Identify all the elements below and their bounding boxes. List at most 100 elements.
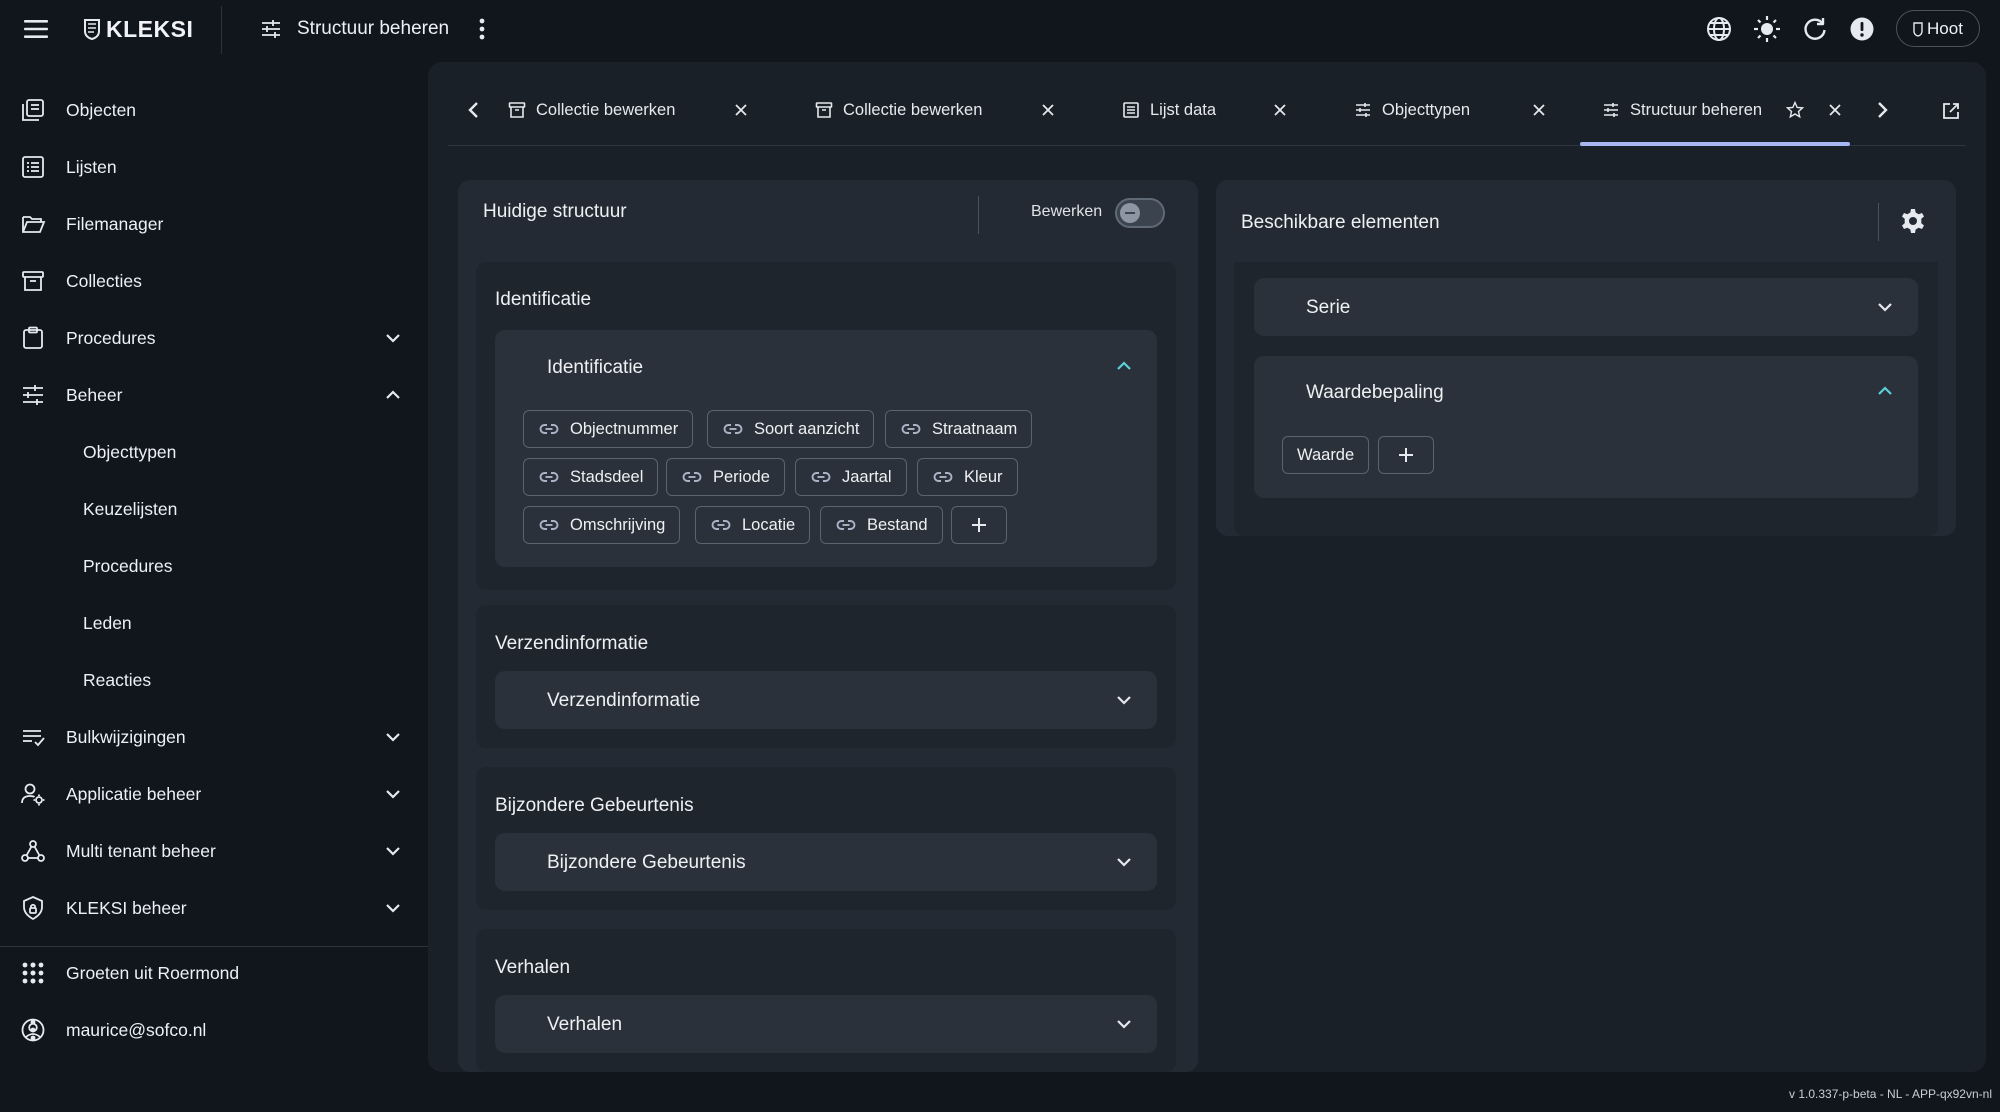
chevron-down-icon[interactable]	[1113, 1013, 1135, 1035]
tab-collectie-bewerken-2[interactable]: Collectie bewerken	[815, 76, 1065, 144]
hamburger-menu-icon[interactable]	[22, 16, 50, 42]
sidebar-item-filemanager[interactable]: Filemanager	[0, 201, 420, 247]
globe-icon[interactable]	[1704, 14, 1734, 44]
field-chip-waarde[interactable]: Waarde	[1282, 436, 1370, 474]
sidebar-item-applicatie-beheer[interactable]: Applicatie beheer	[0, 771, 420, 817]
chevron-down-icon[interactable]	[1113, 689, 1135, 711]
close-icon[interactable]	[1271, 101, 1289, 119]
tab-lijst-data[interactable]: Lijst data	[1122, 76, 1292, 144]
topbar-divider	[221, 6, 222, 54]
logo-text: KLEKSI	[106, 15, 194, 42]
field-chip-omschrijving[interactable]: Omschrijving	[523, 506, 681, 544]
group-title[interactable]: Waardebepaling	[1306, 382, 1444, 404]
more-vertical-icon[interactable]	[470, 16, 494, 42]
star-outline-icon[interactable]	[1786, 101, 1804, 119]
sidebar-item-reacties[interactable]: Reacties	[0, 657, 420, 703]
open-external-icon[interactable]	[1940, 100, 1962, 122]
group-serie[interactable]: Serie	[1254, 278, 1918, 336]
edit-toggle-switch[interactable]	[1115, 198, 1165, 228]
tab-structuur-beheren[interactable]: Structuur beheren	[1580, 76, 1850, 146]
accordion-verzendinformatie[interactable]: Verzendinformatie	[495, 671, 1157, 729]
brightness-icon[interactable]	[1752, 14, 1782, 44]
tab-collectie-bewerken-1[interactable]: Collectie bewerken	[508, 76, 758, 144]
field-chip-kleur[interactable]: Kleur	[917, 458, 1018, 496]
accordion-bijzondere-gebeurtenis[interactable]: Bijzondere Gebeurtenis	[495, 833, 1157, 891]
add-field-button[interactable]	[951, 506, 1007, 544]
chip-label: Locatie	[742, 515, 796, 534]
accordion-title[interactable]: Identificatie	[547, 357, 643, 379]
chevron-up-icon[interactable]	[1113, 355, 1135, 377]
chevron-up-icon[interactable]	[382, 384, 404, 406]
edit-toggle-label: Bewerken	[1031, 203, 1103, 220]
chevron-down-icon[interactable]	[1874, 296, 1896, 318]
sidebar-item-kleksi-beheer[interactable]: KLEKSI beheer	[0, 885, 420, 931]
chevron-down-icon[interactable]	[382, 840, 404, 862]
plus-icon	[968, 514, 990, 536]
tab-objecttypen[interactable]: Objecttypen	[1354, 76, 1554, 144]
field-chip-bestand[interactable]: Bestand	[820, 506, 943, 544]
sidebar-item-beheer[interactable]: Beheer	[0, 372, 420, 418]
field-chip-periode[interactable]: Periode	[666, 458, 785, 496]
sidebar-item-multi-tenant-beheer[interactable]: Multi tenant beheer	[0, 828, 420, 874]
sidebar-item-lijsten[interactable]: Lijsten	[0, 144, 420, 190]
alert-icon[interactable]	[1847, 14, 1877, 44]
sidebar-item-label: Bulkwijzigingen	[66, 726, 186, 747]
chevron-down-icon[interactable]	[382, 726, 404, 748]
app-logo[interactable]: KLEKSI	[82, 16, 193, 42]
kleksi-logo-icon	[1913, 21, 1923, 37]
gear-icon[interactable]	[1898, 206, 1928, 236]
chevron-left-icon[interactable]	[462, 98, 486, 122]
chevron-down-icon[interactable]	[382, 783, 404, 805]
field-chip-stadsdeel[interactable]: Stadsdeel	[523, 458, 659, 496]
sidebar-item-label: Beheer	[66, 384, 123, 405]
account-menu[interactable]: maurice@sofco.nl	[0, 1007, 420, 1053]
refresh-icon[interactable]	[1800, 14, 1830, 44]
chip-label: Omschrijving	[570, 515, 666, 534]
chevron-down-icon[interactable]	[382, 897, 404, 919]
top-bar: KLEKSI Structuur beheren Hoot	[0, 0, 2000, 58]
chevron-up-icon[interactable]	[1874, 380, 1896, 402]
close-icon[interactable]	[732, 101, 750, 119]
more-vertical-icon[interactable]	[20, 1017, 46, 1043]
chevron-right-icon[interactable]	[1870, 98, 1894, 122]
field-chip-locatie[interactable]: Locatie	[695, 506, 811, 544]
sidebar-item-collecties[interactable]: Collecties	[0, 258, 420, 304]
link-icon	[681, 466, 703, 488]
close-icon[interactable]	[1039, 101, 1057, 119]
page-title: Structuur beheren	[259, 14, 449, 44]
accordion-verhalen[interactable]: Verhalen	[495, 995, 1157, 1053]
sidebar-item-objecttypen[interactable]: Objecttypen	[0, 429, 420, 475]
sidebar-item-keuzelijsten[interactable]: Keuzelijsten	[0, 486, 420, 532]
accordion-title: Verhalen	[547, 1014, 623, 1035]
sidebar-item-procedures[interactable]: Procedures	[0, 315, 420, 361]
user-menu-button[interactable]: Hoot	[1896, 10, 1980, 47]
sliders-icon	[1354, 101, 1372, 119]
sidebar-item-label: Objecten	[66, 99, 137, 120]
sidebar-item-label: Keuzelijsten	[83, 498, 178, 519]
available-elements-list: Serie Waardebepaling Waarde	[1234, 262, 1938, 536]
field-chip-jaartal[interactable]: Jaartal	[795, 458, 907, 496]
chevron-down-icon[interactable]	[382, 327, 404, 349]
field-chip-soort-aanzicht[interactable]: Soort aanzicht	[707, 410, 875, 448]
tab-label: Lijst data	[1150, 100, 1217, 119]
sidebar-item-label: Objecttypen	[83, 441, 177, 462]
sidebar-item-procedures-beheer[interactable]: Procedures	[0, 543, 420, 589]
more-vertical-icon[interactable]	[20, 960, 46, 986]
sidebar-item-leden[interactable]: Leden	[0, 600, 420, 646]
sidebar-item-objecten[interactable]: Objecten	[0, 87, 420, 133]
section-verhalen: Verhalen Verhalen	[476, 929, 1176, 1072]
field-chip-straatnaam[interactable]: Straatnaam	[885, 410, 1033, 448]
chip-label: Straatnaam	[932, 419, 1018, 438]
close-icon[interactable]	[1530, 101, 1548, 119]
sidebar: Objecten Lijsten Filemanager Collecties …	[0, 58, 428, 1112]
sidebar-item-bulkwijzigingen[interactable]: Bulkwijzigingen	[0, 714, 420, 760]
close-icon[interactable]	[1826, 101, 1844, 119]
add-field-button[interactable]	[1378, 436, 1434, 474]
panel-title: Beschikbare elementen	[1241, 212, 1440, 233]
field-chip-objectnummer[interactable]: Objectnummer	[523, 410, 694, 448]
tenant-switcher[interactable]: Groeten uit Roermond	[0, 950, 420, 996]
chip-label: Periode	[713, 467, 770, 486]
chevron-down-icon[interactable]	[1113, 851, 1135, 873]
sliders-icon	[259, 17, 283, 41]
link-icon	[538, 418, 560, 440]
